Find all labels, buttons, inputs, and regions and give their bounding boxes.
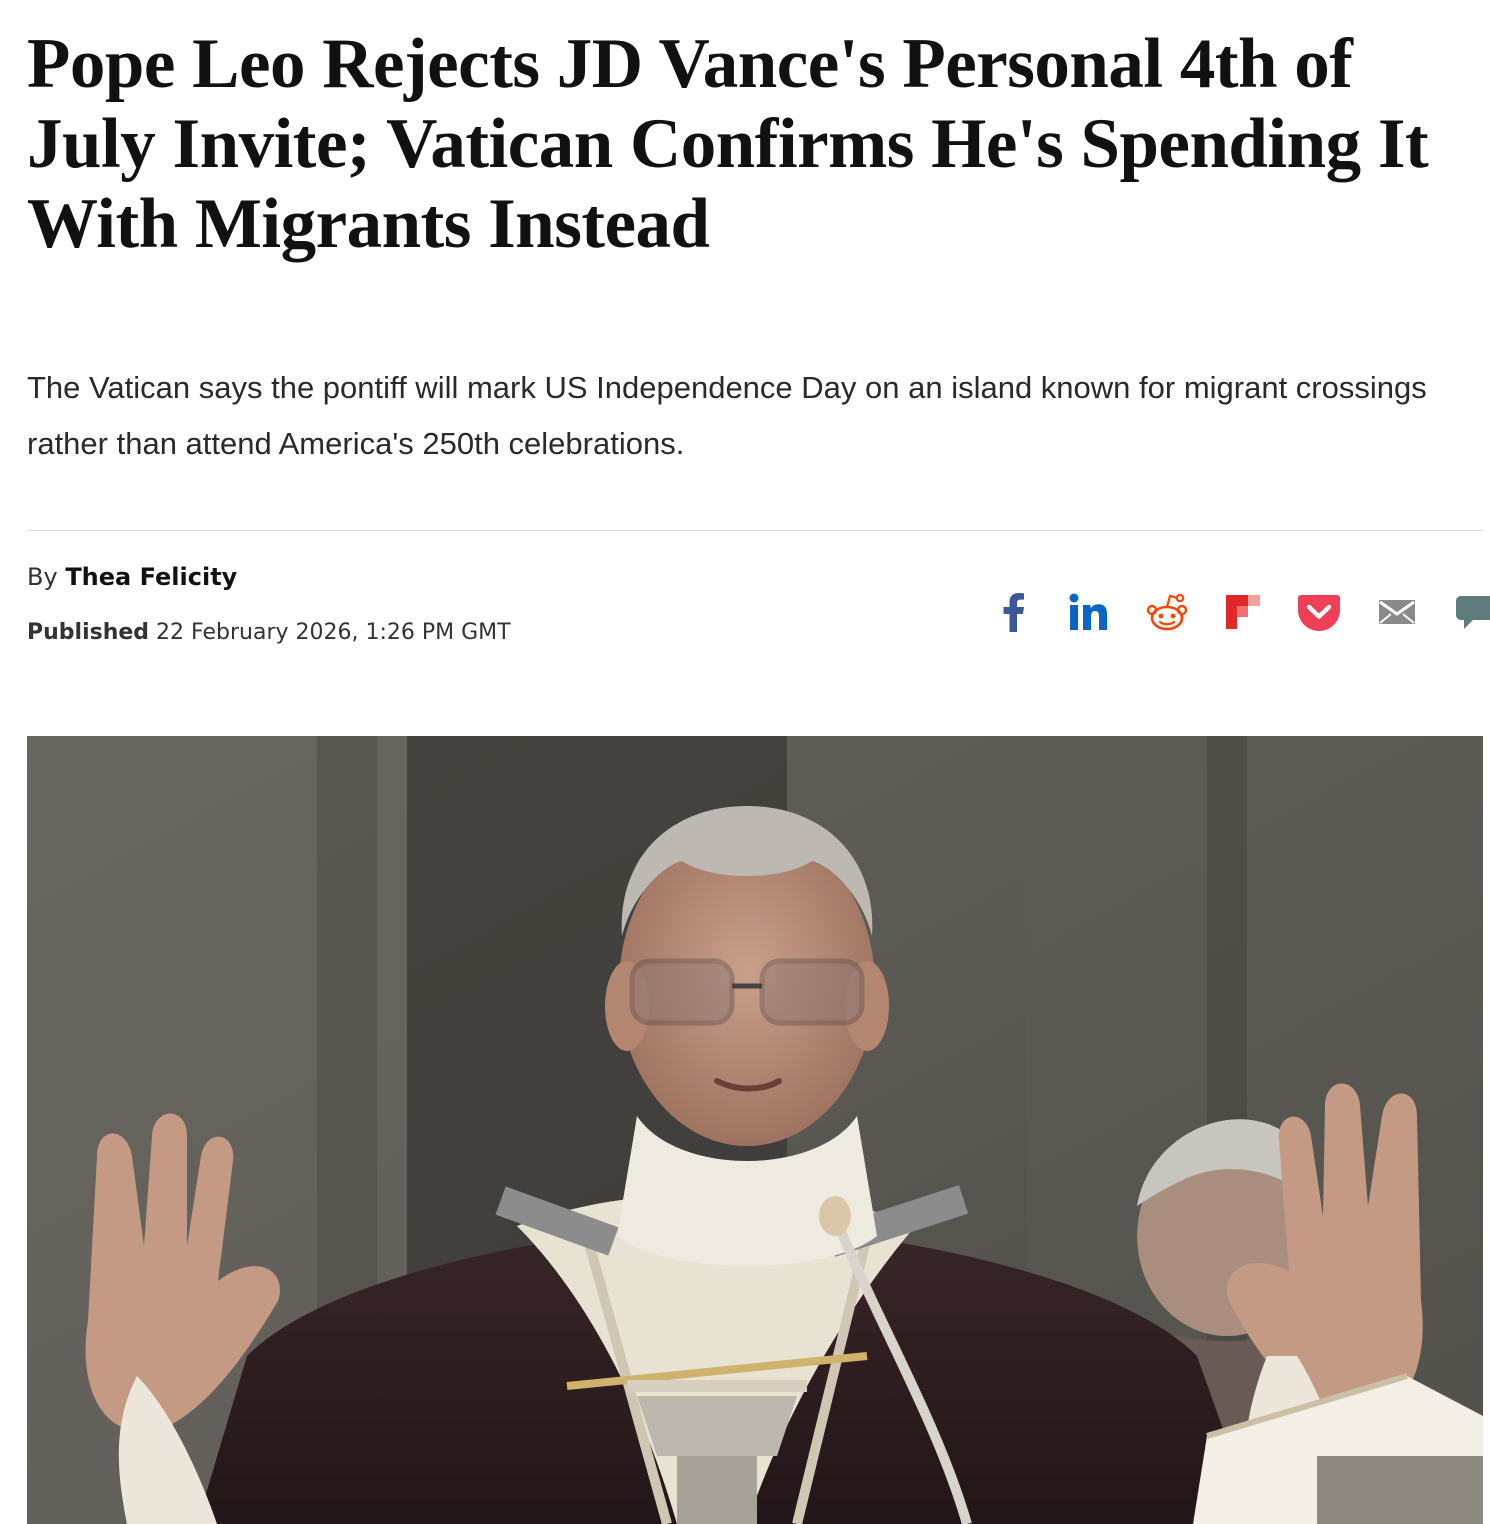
reddit-share-button[interactable] — [1143, 588, 1191, 636]
photo-of-pope-at-altar — [27, 736, 1483, 1524]
facebook-share-button[interactable] — [989, 588, 1037, 636]
comment-button[interactable] — [1451, 588, 1490, 636]
published-value: 22 February 2026, 1:26 PM GMT — [156, 620, 511, 645]
comment-icon — [1456, 596, 1490, 629]
email-icon — [1379, 600, 1415, 624]
article: Pope Leo Rejects JD Vance's Personal 4th… — [27, 0, 1490, 1524]
divider — [27, 530, 1483, 531]
pocket-share-button[interactable] — [1295, 588, 1343, 636]
published-label: Published — [27, 620, 150, 645]
standfirst: The Vatican says the pontiff will mark U… — [27, 370, 1427, 461]
facebook-icon — [1003, 593, 1024, 632]
linkedin-share-button[interactable] — [1065, 588, 1113, 636]
author-link[interactable]: Thea Felicity — [65, 563, 237, 591]
linkedin-icon — [1069, 593, 1107, 630]
email-share-button[interactable] — [1373, 588, 1421, 636]
flipboard-share-button[interactable] — [1219, 588, 1267, 636]
flipboard-icon — [1226, 595, 1260, 629]
pocket-icon — [1298, 595, 1340, 631]
share-bar — [967, 588, 1490, 636]
byline: By Thea Felicity — [27, 560, 237, 594]
hero-image — [27, 736, 1483, 1524]
headline: Pope Leo Rejects JD Vance's Personal 4th… — [27, 25, 1429, 263]
published-date: Published 22 February 2026, 1:26 PM GMT — [27, 616, 511, 650]
reddit-icon — [1146, 593, 1188, 631]
byline-prefix: By — [27, 563, 58, 591]
